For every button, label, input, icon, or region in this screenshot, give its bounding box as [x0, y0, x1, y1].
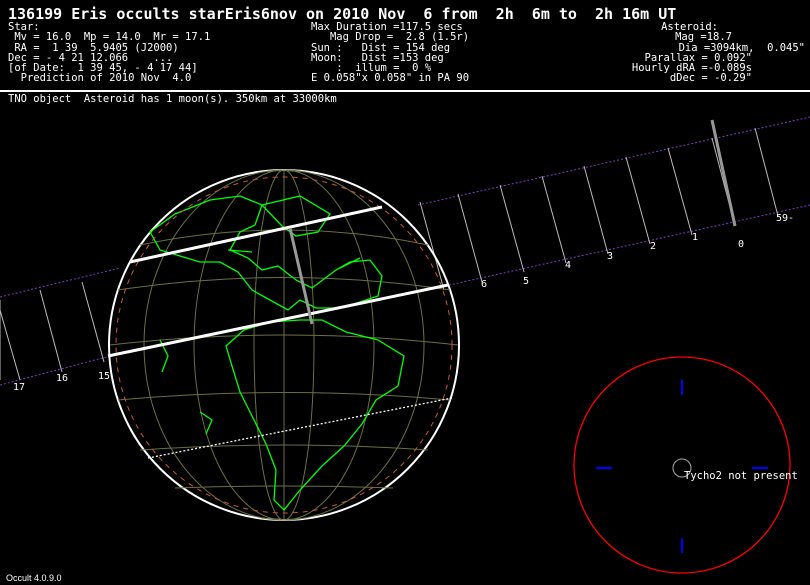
coastlines — [149, 195, 405, 511]
track-edge-line — [0, 267, 121, 298]
track-tick-label: 5 — [523, 276, 530, 287]
star-field-chart — [573, 356, 791, 574]
track-edge-line — [0, 355, 111, 386]
occultation-map — [0, 116, 810, 574]
track-tick-label: 16 — [56, 373, 69, 384]
shadow-track — [0, 116, 810, 386]
shadow-path-limits — [107, 205, 453, 459]
track-tick-label: 3 — [607, 251, 614, 262]
track-edge-line — [417, 116, 810, 206]
star-catalog-note: Tycho2 not present — [684, 470, 798, 482]
track-tick-label: 0 — [738, 239, 745, 250]
track-tick-label: 6 — [481, 279, 488, 290]
track-tick-label: 59- — [776, 213, 795, 224]
track-tick-label: 2 — [650, 241, 657, 252]
track-tick-label: 15 — [98, 371, 111, 382]
track-tick-label: 4 — [565, 260, 572, 271]
track-ticks — [0, 127, 779, 381]
south-limit-line — [107, 283, 449, 358]
track-edge-line — [444, 204, 810, 287]
track-tick-label: 17 — [13, 382, 26, 393]
track-tick-label: 1 — [692, 232, 699, 243]
version-label: Occult 4.0.9.0 — [6, 573, 62, 583]
central-time-marker — [710, 119, 737, 227]
